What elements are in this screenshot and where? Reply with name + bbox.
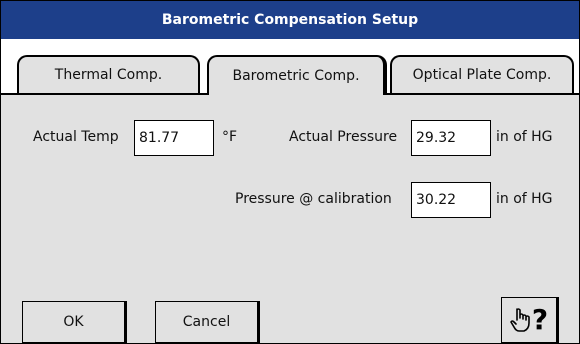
tab-barometric-comp[interactable]: Barometric Comp. xyxy=(207,55,387,95)
tab-optical-plate-comp[interactable]: Optical Plate Comp. xyxy=(390,55,574,93)
window-title: Barometric Compensation Setup xyxy=(1,1,579,39)
actual-pressure-field[interactable]: 29.32 xyxy=(411,120,491,156)
ok-button[interactable]: OK xyxy=(22,301,127,343)
barometric-panel: Actual Temp 81.77 °F Actual Pressure 29.… xyxy=(1,95,579,343)
tab-thermal-comp[interactable]: Thermal Comp. xyxy=(17,55,200,93)
cancel-button[interactable]: Cancel xyxy=(155,301,260,343)
actual-pressure-label: Actual Pressure xyxy=(289,129,398,145)
actual-temp-field[interactable]: 81.77 xyxy=(134,120,214,156)
actual-pressure-unit: in of HG xyxy=(496,129,553,145)
barometric-compensation-dialog: Barometric Compensation Setup Thermal Co… xyxy=(0,0,580,344)
help-button[interactable]: ? xyxy=(501,297,559,343)
pointing-hand-icon xyxy=(510,308,530,332)
pressure-calibration-label: Pressure @ calibration xyxy=(235,191,392,207)
pressure-calibration-unit: in of HG xyxy=(496,191,553,207)
actual-temp-unit: °F xyxy=(222,129,238,145)
actual-temp-label: Actual Temp xyxy=(33,129,119,145)
question-mark-icon: ? xyxy=(531,303,549,336)
tab-strip: Thermal Comp. Barometric Comp. Optical P… xyxy=(1,39,579,95)
pressure-calibration-field[interactable]: 30.22 xyxy=(411,182,491,218)
